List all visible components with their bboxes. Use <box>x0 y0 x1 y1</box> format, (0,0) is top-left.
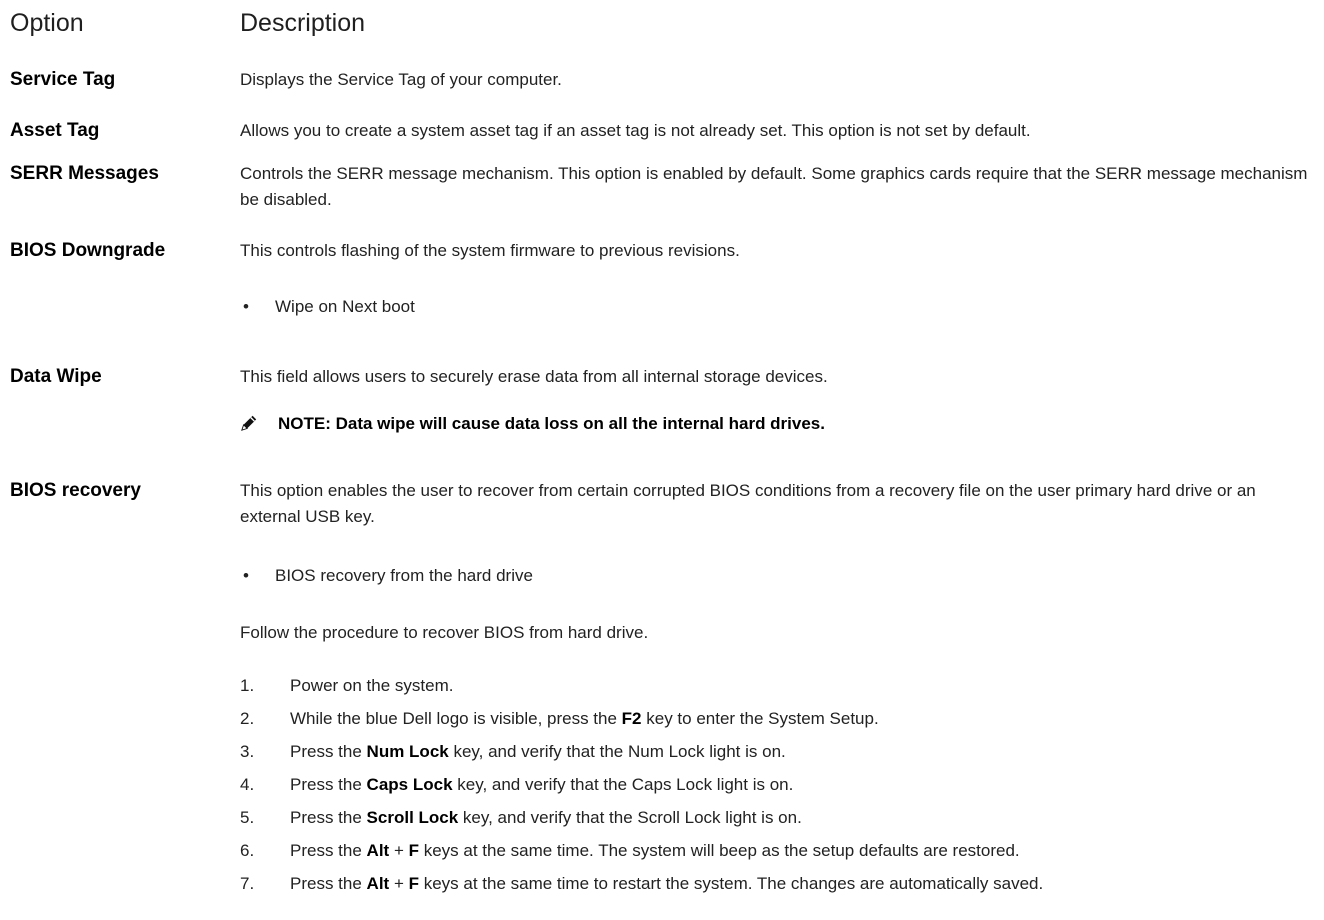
bullet-text: Wipe on Next boot <box>275 297 415 316</box>
step-text-rest: keys at the same time. The system will b… <box>418 841 1020 860</box>
option-bios-downgrade: BIOS Downgrade <box>10 240 166 261</box>
step-text: Power on the system. <box>290 676 454 695</box>
bullet-text: BIOS recovery from the hard drive <box>275 566 533 585</box>
plus-sign: + <box>389 874 409 893</box>
desc-service-tag: Displays the Service Tag of your compute… <box>240 70 562 89</box>
description-header: Description <box>240 9 366 37</box>
key-f: F <box>408 841 419 860</box>
step-2: 2. While the blue Dell logo is visible, p… <box>240 709 879 729</box>
desc-asset-tag: Allows you to create a system asset tag … <box>240 121 1031 140</box>
key-num-lock: Num Lock <box>366 742 449 761</box>
step-text-rest: key to enter the System Setup. <box>641 709 879 728</box>
note-data-wipe: NOTE: Data wipe will cause data loss on … <box>240 414 825 434</box>
step-number: 7. <box>240 874 255 893</box>
option-serr-messages: SERR Messages <box>10 163 159 184</box>
procedure-intro: Follow the procedure to recover BIOS fro… <box>240 623 649 642</box>
bullet-dot-icon: • <box>243 297 249 316</box>
step-7: 7. Press the Alt + F keys at the same tim… <box>240 874 1043 894</box>
step-3: 3. Press the Num Lock key, and verify tha… <box>240 742 786 762</box>
step-text-rest: key, and verify that the Num Lock light … <box>448 742 786 761</box>
step-text: Press the <box>290 808 367 827</box>
bullet-bios-recovery-hd: • BIOS recovery from the hard drive <box>240 566 533 586</box>
step-4: 4. Press the Caps Lock key, and verify th… <box>240 775 793 795</box>
step-text: While the blue Dell logo is visible, pre… <box>290 709 622 728</box>
key-f2: F2 <box>621 709 642 728</box>
step-number: 3. <box>240 742 255 761</box>
desc-serr-messages: Controls the SERR message mechanism. Thi… <box>240 164 1308 209</box>
step-text: Press the <box>290 742 367 761</box>
step-text: Press the <box>290 775 367 794</box>
option-data-wipe: Data Wipe <box>10 366 102 387</box>
step-text-rest: key, and verify that the Caps Lock light… <box>452 775 794 794</box>
bullet-dot-icon: • <box>243 566 249 585</box>
bullet-wipe-next-boot: • Wipe on Next boot <box>240 297 415 317</box>
step-text: Press the <box>290 874 367 893</box>
desc-bios-recovery: This option enables the user to recover … <box>240 481 1256 526</box>
desc-bios-downgrade: This controls flashing of the system fir… <box>240 241 740 260</box>
pencil-note-icon <box>241 415 257 431</box>
step-1: 1. Power on the system. <box>240 676 453 696</box>
step-number: 6. <box>240 841 255 860</box>
step-number: 2. <box>240 709 255 728</box>
key-alt: Alt <box>366 841 390 860</box>
option-bios-recovery: BIOS recovery <box>10 480 141 501</box>
step-text-rest: key, and verify that the Scroll Lock lig… <box>458 808 802 827</box>
step-number: 4. <box>240 775 255 794</box>
option-asset-tag: Asset Tag <box>10 120 100 141</box>
option-service-tag: Service Tag <box>10 69 116 90</box>
note-text: NOTE: Data wipe will cause data loss on … <box>278 414 825 433</box>
key-scroll-lock: Scroll Lock <box>366 808 459 827</box>
step-number: 5. <box>240 808 255 827</box>
key-alt: Alt <box>366 874 390 893</box>
key-f: F <box>408 874 419 893</box>
key-caps-lock: Caps Lock <box>366 775 453 794</box>
step-text-rest: keys at the same time to restart the sys… <box>418 874 1044 893</box>
step-5: 5. Press the Scroll Lock key, and verify … <box>240 808 802 828</box>
option-header: Option <box>10 9 84 37</box>
desc-data-wipe: This field allows users to securely eras… <box>240 367 828 386</box>
step-text: Press the <box>290 841 367 860</box>
step-number: 1. <box>240 676 255 695</box>
plus-sign: + <box>389 841 409 860</box>
step-6: 6. Press the Alt + F keys at the same tim… <box>240 841 1020 861</box>
